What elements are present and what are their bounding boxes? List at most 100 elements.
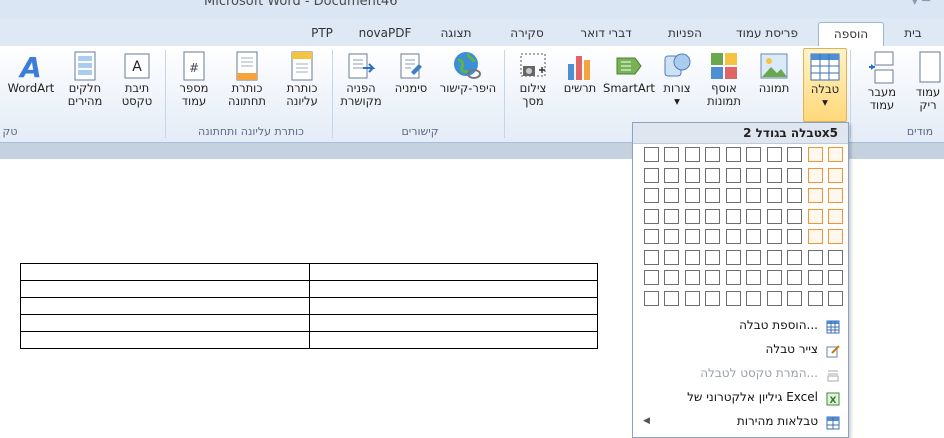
grid-cell[interactable] bbox=[746, 167, 761, 183]
grid-cell[interactable] bbox=[828, 167, 843, 183]
grid-cell[interactable] bbox=[664, 229, 679, 244]
table-cell[interactable] bbox=[308, 263, 598, 281]
grid-cell[interactable] bbox=[664, 167, 679, 183]
table-size-grid[interactable] bbox=[639, 147, 845, 309]
grid-cell[interactable] bbox=[787, 167, 802, 183]
grid-cell[interactable] bbox=[807, 290, 823, 306]
grid-cell[interactable] bbox=[807, 249, 823, 265]
text-box-button[interactable]: A תיבת טקסט bbox=[112, 48, 162, 108]
grid-cell[interactable] bbox=[664, 290, 679, 306]
grid-cell[interactable] bbox=[746, 290, 761, 306]
picture-button[interactable]: תמונה bbox=[750, 48, 798, 95]
grid-cell[interactable] bbox=[643, 147, 659, 162]
grid-cell[interactable] bbox=[705, 270, 720, 285]
grid-cell[interactable] bbox=[828, 270, 843, 285]
grid-cell[interactable] bbox=[664, 208, 679, 224]
grid-cell[interactable] bbox=[746, 229, 761, 244]
blank-page-button[interactable]: עמוד ריק bbox=[908, 48, 944, 112]
cross-reference-button[interactable]: הפניה מקושרת bbox=[336, 48, 386, 108]
table-button[interactable]: טבלה ▾ bbox=[803, 48, 847, 122]
table-row[interactable] bbox=[20, 297, 598, 315]
grid-cell[interactable] bbox=[684, 188, 700, 203]
screenshot-button[interactable]: צילום מסך bbox=[510, 48, 556, 108]
table-menu-item-2[interactable]: המרת טקסט לטבלה... bbox=[633, 361, 848, 385]
grid-cell[interactable] bbox=[746, 270, 761, 285]
table-menu-item-3[interactable]: X גיליון אלקטרוני של Excel bbox=[633, 385, 848, 409]
grid-cell[interactable] bbox=[684, 167, 700, 183]
grid-cell[interactable] bbox=[705, 167, 720, 183]
table-cell[interactable] bbox=[20, 314, 310, 332]
table-menu-item-4[interactable]: טבלאות מהירות ◀ bbox=[633, 409, 848, 433]
grid-cell[interactable] bbox=[828, 229, 843, 244]
grid-cell[interactable] bbox=[807, 188, 823, 203]
smartart-button[interactable]: SmartArt bbox=[602, 48, 656, 95]
grid-cell[interactable] bbox=[705, 188, 720, 203]
table-row[interactable] bbox=[20, 280, 598, 298]
grid-cell[interactable] bbox=[705, 290, 720, 306]
grid-cell[interactable] bbox=[766, 229, 782, 244]
grid-cell[interactable] bbox=[787, 188, 802, 203]
tab-8[interactable]: PTP bbox=[302, 22, 342, 46]
grid-cell[interactable] bbox=[705, 229, 720, 244]
grid-cell[interactable] bbox=[766, 188, 782, 203]
table-cell[interactable] bbox=[308, 331, 598, 349]
grid-cell[interactable] bbox=[807, 167, 823, 183]
grid-cell[interactable] bbox=[787, 270, 802, 285]
grid-cell[interactable] bbox=[725, 208, 741, 224]
grid-cell[interactable] bbox=[807, 208, 823, 224]
grid-cell[interactable] bbox=[705, 208, 720, 224]
tab-5[interactable]: סקירה bbox=[496, 22, 558, 46]
tab-0[interactable]: בית bbox=[893, 22, 933, 46]
grid-cell[interactable] bbox=[725, 188, 741, 203]
grid-cell[interactable] bbox=[828, 147, 843, 162]
grid-cell[interactable] bbox=[807, 270, 823, 285]
grid-cell[interactable] bbox=[643, 249, 659, 265]
grid-cell[interactable] bbox=[787, 147, 802, 162]
grid-cell[interactable] bbox=[746, 249, 761, 265]
grid-cell[interactable] bbox=[766, 270, 782, 285]
window-controls[interactable]: ▾ ─ bbox=[912, 0, 930, 9]
table-cell[interactable] bbox=[308, 297, 598, 315]
table-cell[interactable] bbox=[20, 297, 310, 315]
grid-cell[interactable] bbox=[643, 188, 659, 203]
hyperlink-button[interactable]: היפר-קישור bbox=[435, 48, 501, 95]
table-cell[interactable] bbox=[308, 314, 598, 332]
page-break-button[interactable]: מעבר עמוד bbox=[858, 48, 906, 112]
grid-cell[interactable] bbox=[643, 290, 659, 306]
grid-cell[interactable] bbox=[664, 249, 679, 265]
table-row[interactable] bbox=[20, 263, 598, 281]
wordart-button[interactable]: A WordArt bbox=[4, 48, 58, 95]
grid-cell[interactable] bbox=[684, 290, 700, 306]
grid-cell[interactable] bbox=[684, 147, 700, 162]
grid-cell[interactable] bbox=[787, 249, 802, 265]
grid-cell[interactable] bbox=[828, 290, 843, 306]
grid-cell[interactable] bbox=[787, 208, 802, 224]
grid-cell[interactable] bbox=[725, 167, 741, 183]
grid-cell[interactable] bbox=[705, 147, 720, 162]
grid-cell[interactable] bbox=[664, 147, 679, 162]
table-menu-item-1[interactable]: צייר טבלה bbox=[633, 337, 848, 361]
grid-cell[interactable] bbox=[684, 270, 700, 285]
grid-cell[interactable] bbox=[746, 147, 761, 162]
grid-cell[interactable] bbox=[828, 188, 843, 203]
grid-cell[interactable] bbox=[807, 147, 823, 162]
grid-cell[interactable] bbox=[828, 249, 843, 265]
grid-cell[interactable] bbox=[725, 270, 741, 285]
grid-cell[interactable] bbox=[766, 290, 782, 306]
grid-cell[interactable] bbox=[787, 229, 802, 244]
grid-cell[interactable] bbox=[643, 270, 659, 285]
grid-cell[interactable] bbox=[684, 249, 700, 265]
grid-cell[interactable] bbox=[684, 229, 700, 244]
table-cell[interactable] bbox=[20, 331, 310, 349]
tab-3[interactable]: הפניות bbox=[653, 22, 717, 46]
grid-cell[interactable] bbox=[746, 188, 761, 203]
tab-2[interactable]: פריסת עמוד bbox=[723, 22, 811, 46]
grid-cell[interactable] bbox=[787, 290, 802, 306]
tab-1[interactable]: הוספה bbox=[818, 22, 884, 46]
grid-cell[interactable] bbox=[664, 270, 679, 285]
grid-cell[interactable] bbox=[725, 249, 741, 265]
grid-cell[interactable] bbox=[766, 147, 782, 162]
grid-cell[interactable] bbox=[664, 188, 679, 203]
table-cell[interactable] bbox=[20, 263, 310, 281]
grid-cell[interactable] bbox=[643, 229, 659, 244]
